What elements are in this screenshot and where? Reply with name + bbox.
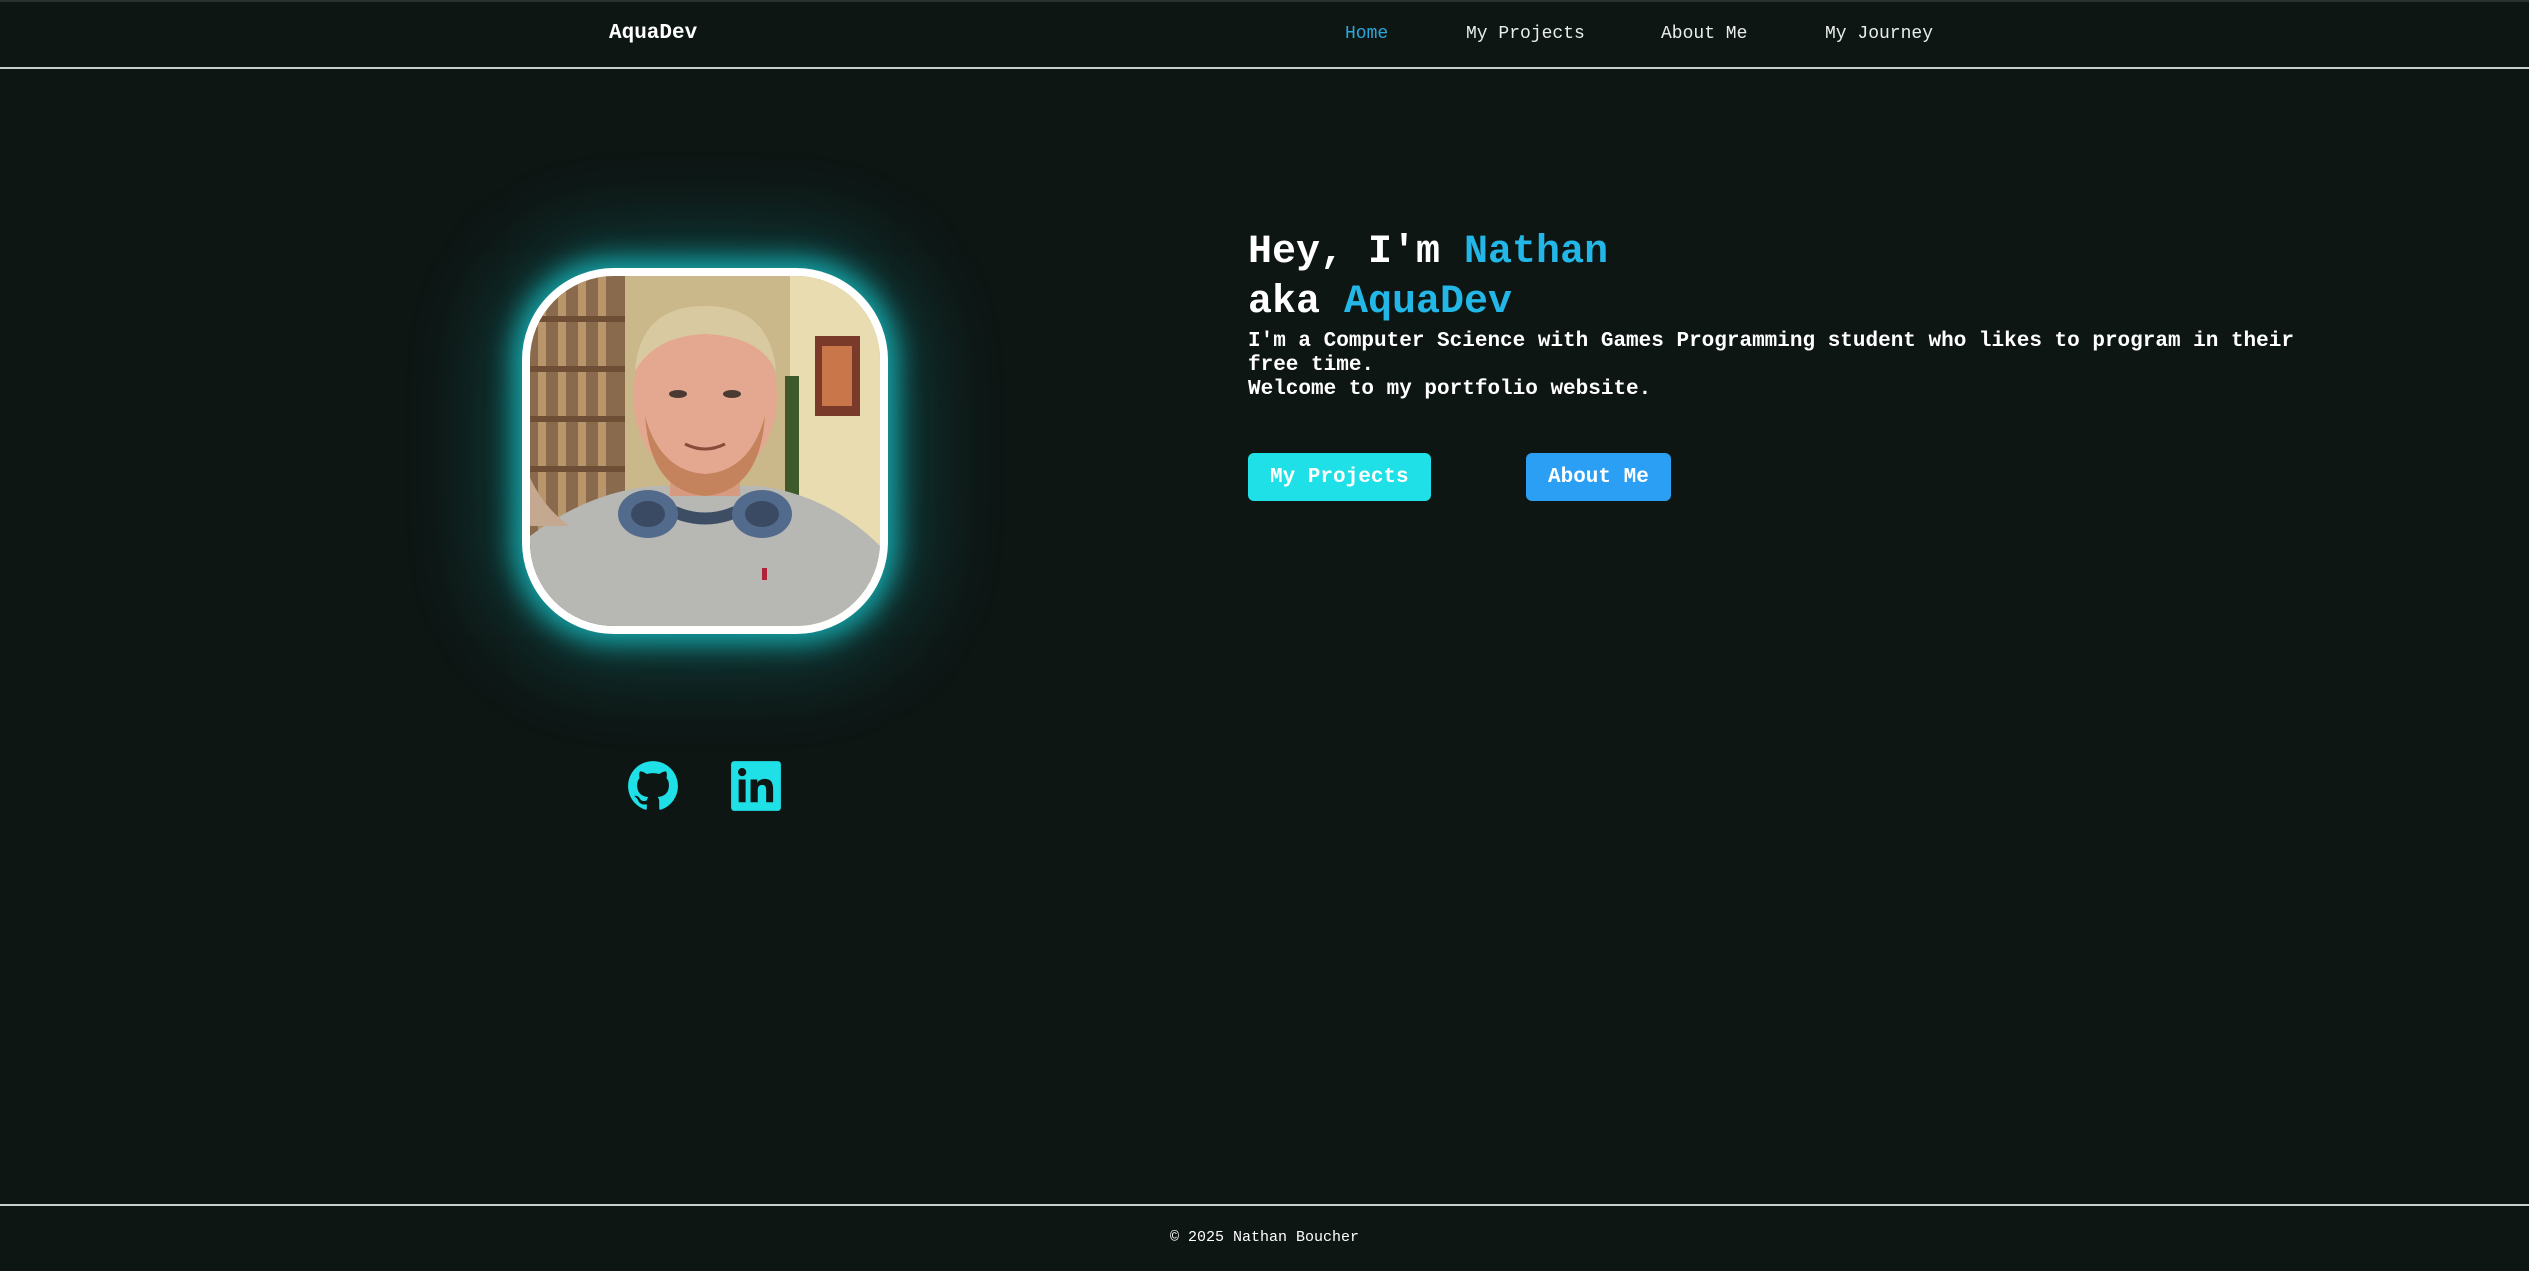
github-icon[interactable] [627,760,679,812]
brand-logo[interactable]: AquaDev [609,22,697,45]
my-projects-button[interactable]: My Projects [1248,453,1431,501]
profile-photo-illustration [530,276,880,626]
hero-aka: aka [1248,280,1345,325]
hero-alias: AquaDev [1344,280,1513,325]
navbar: AquaDev Home My Projects About Me My Jou… [0,0,2529,69]
hero-description: I'm a Computer Science with Games Progra… [1248,330,2308,402]
footer: © 2025 Nathan Boucher [0,1204,2529,1271]
hero-title: Hey, I'm Nathan aka AquaDev [1248,228,2308,328]
hero-description-line1: I'm a Computer Science with Games Progra… [1248,330,2294,377]
hero-name: Nathan [1464,230,1609,275]
hero-description-line2: Welcome to my portfolio website. [1248,378,1652,401]
hero-section: Hey, I'm Nathan aka AquaDev I'm a Comput… [1248,228,2308,402]
hero-greeting: Hey, I'm [1248,230,1465,275]
nav-link-my-journey[interactable]: My Journey [1825,24,1933,44]
page: AquaDev Home My Projects About Me My Jou… [0,0,2529,1271]
nav-link-home[interactable]: Home [1345,24,1388,44]
about-me-button[interactable]: About Me [1526,453,1671,501]
nav-link-about-me[interactable]: About Me [1661,24,1747,44]
nav-link-my-projects[interactable]: My Projects [1466,24,1585,44]
linkedin-icon[interactable] [730,760,782,812]
footer-copyright: © 2025 Nathan Boucher [1169,1229,1360,1246]
profile-photo [522,268,888,634]
